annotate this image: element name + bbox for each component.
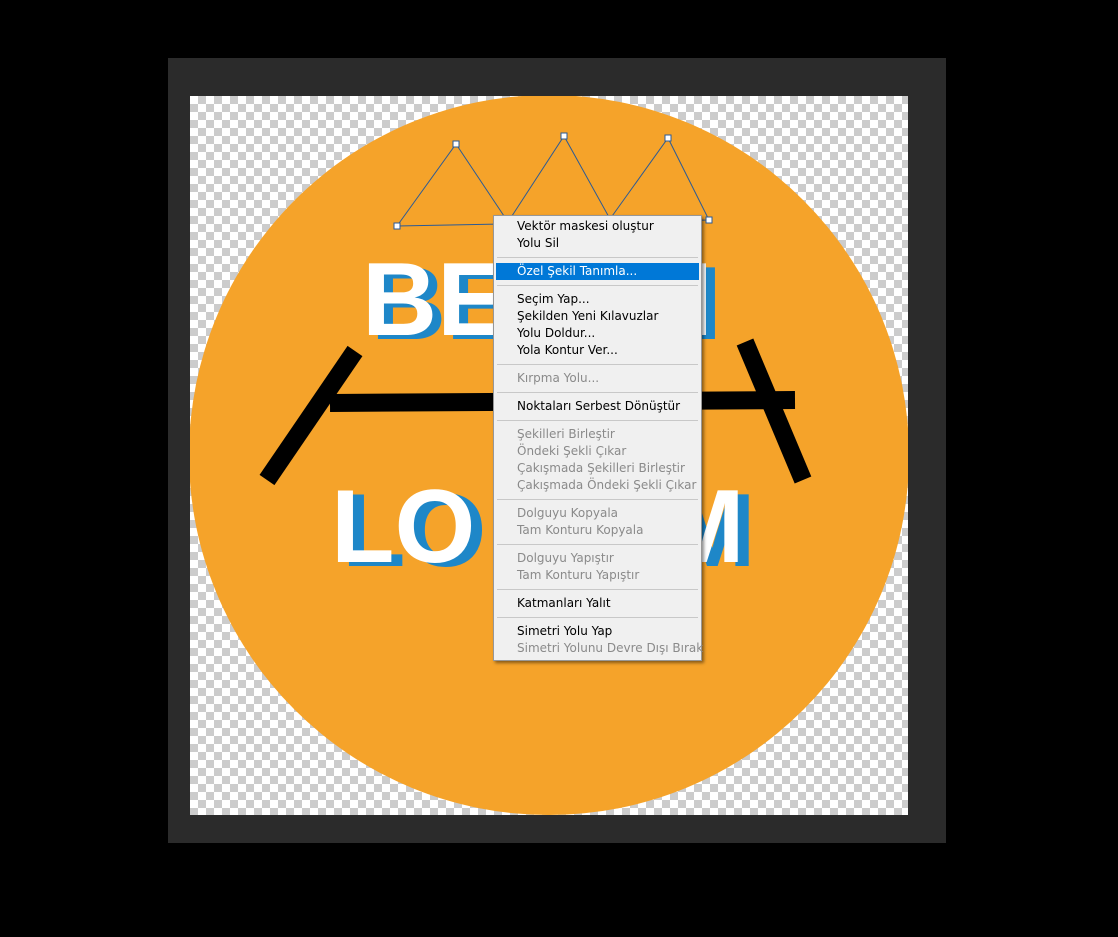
menu-item[interactable]: Seçim Yap... [496, 291, 699, 308]
menu-item: Tam Konturu Yapıştır [517, 568, 640, 582]
menu-item: Şekilleri Birleştir [517, 427, 615, 441]
menu-item[interactable]: Yolu Sil [496, 235, 699, 252]
menu-separator [497, 364, 698, 365]
menu-item: Dolguyu Yapıştır [517, 551, 614, 565]
path-context-menu: Vektör maskesi oluştur Yolu Sil Özel Şekil… [493, 215, 704, 661]
menu-item[interactable]: Noktaları Serbest Dönüştür [496, 398, 699, 415]
menu-separator [497, 257, 698, 258]
path-anchor-point[interactable] [393, 222, 401, 230]
menu-item: Simetri Yolunu Devre Dışı Bırak [517, 641, 704, 655]
menu-separator [497, 544, 698, 545]
menu-separator [497, 589, 698, 590]
menu-item: Dolguyu Kopyala [517, 506, 619, 520]
path-anchor-point[interactable] [664, 134, 672, 142]
menu-item: Çakışmada Şekilleri Birleştir [517, 461, 685, 475]
menu-item: Öndeki Şekli Çıkar [517, 444, 627, 458]
menu-separator [497, 285, 698, 286]
menu-item: Tam Konturu Kopyala [517, 523, 644, 537]
path-anchor-point[interactable] [452, 140, 460, 148]
menu-item: Kırpma Yolu... [517, 371, 600, 385]
menu-separator [497, 617, 698, 618]
path-anchor-point[interactable] [705, 216, 713, 224]
menu-item[interactable]: Yola Kontur Ver... [496, 342, 699, 359]
menu-item[interactable]: Katmanları Yalıt [496, 595, 699, 612]
menu-item[interactable]: Özel Şekil Tanımla... [496, 263, 699, 280]
menu-item[interactable]: Yolu Doldur... [496, 325, 699, 342]
menu-item: Çakışmada Öndeki Şekli Çıkar [517, 478, 697, 492]
menu-item[interactable]: Şekilden Yeni Kılavuzlar [496, 308, 699, 325]
path-anchor-point[interactable] [560, 132, 568, 140]
menu-item[interactable]: Simetri Yolu Yap [496, 623, 699, 640]
logo-text-line1-left: BE [362, 242, 506, 358]
menu-separator [497, 499, 698, 500]
logo-text-line2-left: LO [331, 469, 475, 585]
menu-separator [497, 420, 698, 421]
menu-separator [497, 392, 698, 393]
menu-item[interactable]: Vektör maskesi oluştur [496, 218, 699, 235]
